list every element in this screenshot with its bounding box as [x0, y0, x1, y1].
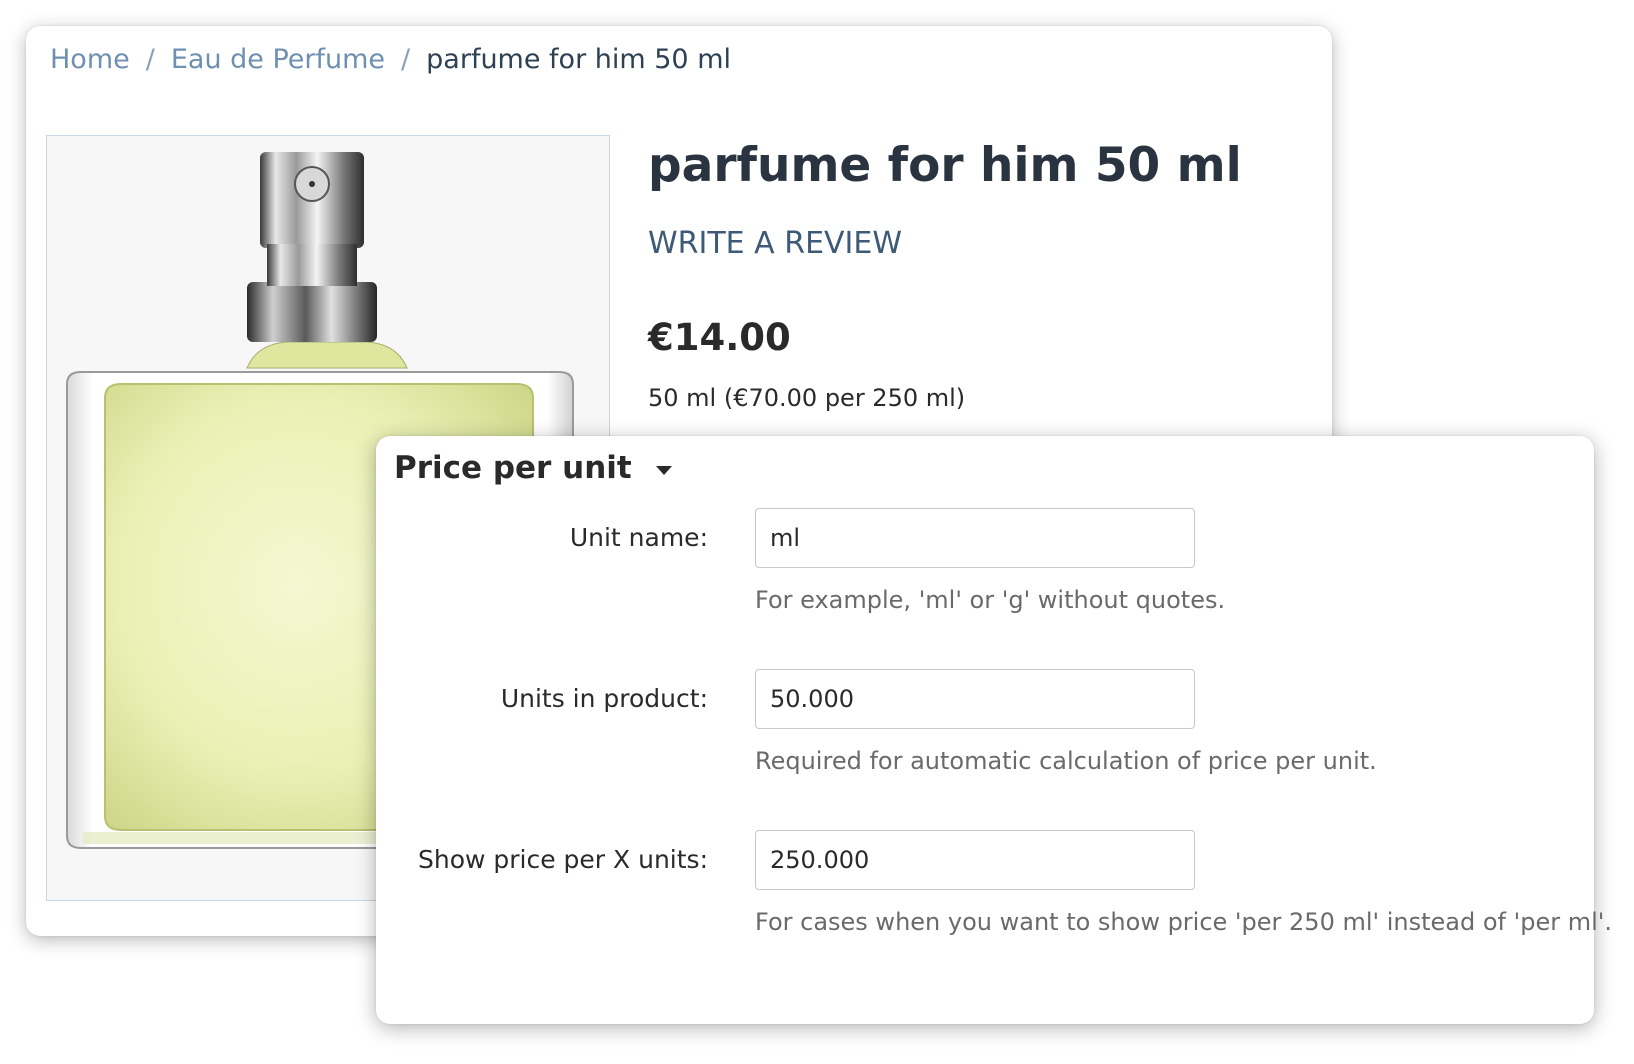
write-review-link[interactable]: WRITE A REVIEW — [648, 226, 902, 261]
caret-down-icon — [655, 465, 672, 475]
show-price-per-x-units-label: Show price per X units: — [417, 845, 708, 874]
breadcrumb: Home / Eau de Perfume / parfume for him 50 m… — [50, 44, 731, 75]
units-in-product-input[interactable] — [755, 669, 1195, 729]
unit-price-text: 50 ml (€70.00 per 250 ml) — [648, 384, 966, 412]
show-price-per-x-units-input[interactable] — [755, 830, 1195, 890]
breadcrumb-separator: / — [145, 44, 155, 75]
breadcrumb-category-link[interactable]: Eau de Perfume — [171, 44, 385, 75]
product-price: €14.00 — [648, 316, 791, 359]
unit-name-hint: For example, 'ml' or 'g' without quotes. — [755, 586, 1226, 614]
product-title: parfume for him 50 ml — [648, 138, 1242, 193]
unit-name-input[interactable] — [755, 508, 1195, 568]
show-price-per-x-units-hint: For cases when you want to show price 'p… — [755, 908, 1612, 936]
breadcrumb-home-link[interactable]: Home — [50, 44, 130, 75]
price-per-unit-panel: Price per unit Unit name: For example, '… — [376, 436, 1612, 1024]
unit-name-label: Unit name: — [569, 523, 708, 552]
breadcrumb-separator: / — [401, 44, 411, 75]
price-per-unit-toggle[interactable]: Price per unit — [394, 450, 672, 486]
units-in-product-label: Units in product: — [500, 684, 708, 713]
units-in-product-hint: Required for automatic calculation of pr… — [755, 747, 1377, 775]
breadcrumb-current: parfume for him 50 ml — [426, 44, 732, 75]
panel-title: Price per unit — [394, 450, 632, 486]
